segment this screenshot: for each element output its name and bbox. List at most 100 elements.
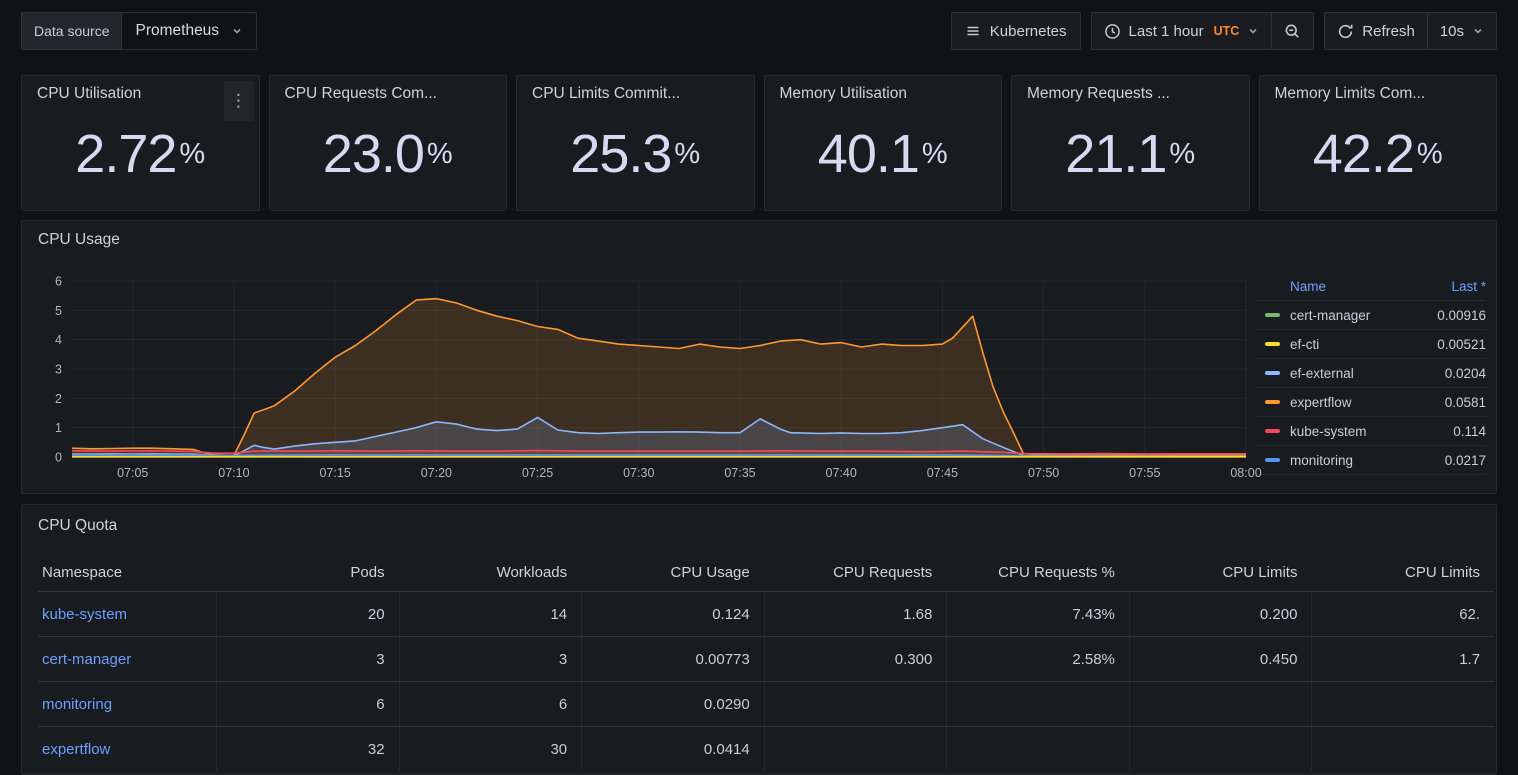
quota-value-cell: 30 bbox=[399, 727, 582, 771]
stat-panel-header: CPU Requests Com... bbox=[285, 85, 492, 103]
refresh-interval-label: 10s bbox=[1440, 23, 1464, 40]
quota-value-cell bbox=[764, 682, 947, 726]
stat-panel-cpu-limits-commit: CPU Limits Commit...25.3% bbox=[516, 75, 755, 211]
stat-panel-header: Memory Requests ... bbox=[1027, 85, 1234, 103]
legend-series-last: 0.00916 bbox=[1437, 308, 1486, 323]
quota-value-cell: 3 bbox=[216, 637, 399, 681]
y-tick-label: 1 bbox=[55, 421, 62, 435]
quota-value-cell: 7.43% bbox=[946, 592, 1129, 636]
stat-unit: % bbox=[1169, 138, 1195, 171]
stat-panel-title[interactable]: CPU Limits Commit... bbox=[532, 85, 680, 103]
quota-col-header[interactable]: CPU Limits bbox=[1129, 553, 1312, 591]
cpu-usage-panel: CPU Usage 012345607:0507:1007:1507:2007:… bbox=[21, 220, 1497, 494]
cpu-usage-legend: Name Last * cert-manager0.00916ef-cti0.0… bbox=[1256, 273, 1486, 475]
quota-value-cell: 0.00773 bbox=[581, 637, 764, 681]
stat-panel-title[interactable]: CPU Requests Com... bbox=[285, 85, 437, 103]
quota-col-header[interactable]: CPU Limits bbox=[1311, 553, 1494, 591]
namespace-link[interactable]: monitoring bbox=[42, 696, 112, 713]
y-tick-label: 5 bbox=[55, 304, 62, 318]
quota-row-monitoring: monitoring660.0290 bbox=[38, 681, 1494, 726]
time-range-button[interactable]: Last 1 hour UTC bbox=[1092, 13, 1272, 49]
quota-row-expertflow: expertflow32300.0414 bbox=[38, 726, 1494, 771]
stat-panel-title[interactable]: CPU Utilisation bbox=[37, 85, 141, 103]
kubernetes-button[interactable]: Kubernetes bbox=[951, 12, 1081, 50]
toolbar-right: Kubernetes Last 1 hour UTC bbox=[951, 12, 1497, 50]
stat-value: 23.0 bbox=[323, 127, 424, 181]
zoom-out-icon bbox=[1284, 23, 1301, 40]
legend-swatch bbox=[1265, 371, 1280, 375]
quota-col-header[interactable]: Namespace bbox=[38, 553, 216, 591]
y-tick-label: 3 bbox=[55, 363, 62, 377]
cpu-quota-panel-title[interactable]: CPU Quota bbox=[38, 517, 117, 535]
stat-unit: % bbox=[674, 138, 700, 171]
stat-panel-header: Memory Utilisation bbox=[780, 85, 987, 103]
refresh-button[interactable]: Refresh bbox=[1325, 13, 1427, 49]
cpu-usage-panel-title[interactable]: CPU Usage bbox=[38, 231, 120, 249]
legend-series-name[interactable]: monitoring bbox=[1290, 453, 1445, 468]
quota-value-cell: 6 bbox=[216, 682, 399, 726]
quota-col-header[interactable]: Workloads bbox=[399, 553, 582, 591]
panel-menu-icon[interactable]: ⋮ bbox=[224, 81, 254, 121]
legend-series-name[interactable]: ef-external bbox=[1290, 366, 1445, 381]
legend-row-monitoring[interactable]: monitoring0.0217 bbox=[1256, 446, 1486, 475]
legend-row-kube-system[interactable]: kube-system0.114 bbox=[1256, 417, 1486, 446]
kubernetes-button-label: Kubernetes bbox=[990, 23, 1067, 40]
y-tick-label: 0 bbox=[55, 451, 62, 465]
quota-value-cell bbox=[764, 727, 947, 771]
legend-series-last: 0.00521 bbox=[1437, 337, 1486, 352]
legend-row-ef-external[interactable]: ef-external0.0204 bbox=[1256, 359, 1486, 388]
legend-swatch bbox=[1265, 342, 1280, 346]
quota-value-cell: 6 bbox=[399, 682, 582, 726]
stat-panels-row: CPU Utilisation⋮2.72%CPU Requests Com...… bbox=[21, 75, 1497, 211]
quota-col-header[interactable]: CPU Usage bbox=[581, 553, 764, 591]
legend-series-name[interactable]: kube-system bbox=[1290, 424, 1453, 439]
datasource-picker[interactable]: Data source Prometheus bbox=[21, 12, 257, 50]
legend-series-name[interactable]: ef-cti bbox=[1290, 337, 1437, 352]
stat-panel-title[interactable]: Memory Limits Com... bbox=[1275, 85, 1426, 103]
stat-value: 2.72 bbox=[75, 127, 176, 181]
stat-value: 40.1 bbox=[818, 127, 919, 181]
legend-series-name[interactable]: expertflow bbox=[1290, 395, 1445, 410]
quota-value-cell: 0.450 bbox=[1129, 637, 1312, 681]
stat-panel-title[interactable]: Memory Requests ... bbox=[1027, 85, 1170, 103]
quota-col-header[interactable]: CPU Requests % bbox=[946, 553, 1129, 591]
stat-panel-memory-utilisation: Memory Utilisation40.1% bbox=[764, 75, 1003, 211]
time-picker-group: Last 1 hour UTC bbox=[1091, 12, 1315, 50]
datasource-value[interactable]: Prometheus bbox=[122, 13, 256, 49]
legend-series-name[interactable]: cert-manager bbox=[1290, 308, 1437, 323]
quota-value-cell: 20 bbox=[216, 592, 399, 636]
namespace-link[interactable]: expertflow bbox=[42, 741, 110, 758]
time-range-label: Last 1 hour bbox=[1129, 23, 1204, 40]
refresh-interval-button[interactable]: 10s bbox=[1427, 13, 1496, 49]
stat-unit: % bbox=[1417, 138, 1443, 171]
y-tick-label: 4 bbox=[55, 333, 62, 347]
quota-row-cert-manager: cert-manager330.007730.3002.58%0.4501.7 bbox=[38, 636, 1494, 681]
zoom-out-button[interactable] bbox=[1271, 13, 1313, 49]
namespace-link[interactable]: kube-system bbox=[42, 606, 127, 623]
quota-namespace-cell: cert-manager bbox=[38, 637, 216, 681]
quota-namespace-cell: kube-system bbox=[38, 592, 216, 636]
quota-col-header[interactable]: Pods bbox=[216, 553, 399, 591]
quota-value-cell: 2.58% bbox=[946, 637, 1129, 681]
namespace-link[interactable]: cert-manager bbox=[42, 651, 131, 668]
quota-value-cell: 1.68 bbox=[764, 592, 947, 636]
stat-value-wrap: 2.72% bbox=[37, 103, 244, 201]
stat-value: 42.2 bbox=[1313, 127, 1414, 181]
legend-row-expertflow[interactable]: expertflow0.0581 bbox=[1256, 388, 1486, 417]
stat-panel-memory-requests: Memory Requests ...21.1% bbox=[1011, 75, 1250, 211]
cpu-usage-plot[interactable]: 012345607:0507:1007:1507:2007:2507:3007:… bbox=[32, 267, 1262, 489]
legend-row-cert-manager[interactable]: cert-manager0.00916 bbox=[1256, 301, 1486, 330]
stat-panel-title[interactable]: Memory Utilisation bbox=[780, 85, 907, 103]
x-tick-label: 07:40 bbox=[826, 466, 857, 480]
quota-table-header: NamespacePodsWorkloadsCPU UsageCPU Reque… bbox=[38, 553, 1494, 591]
legend-sort-last[interactable]: Last * bbox=[1451, 279, 1486, 294]
x-tick-label: 07:20 bbox=[421, 466, 452, 480]
legend-row-ef-cti[interactable]: ef-cti0.00521 bbox=[1256, 330, 1486, 359]
quota-col-header[interactable]: CPU Requests bbox=[764, 553, 947, 591]
quota-value-cell: 0.124 bbox=[581, 592, 764, 636]
stat-panel-cpu-utilisation: CPU Utilisation ⋮2.72% bbox=[21, 75, 260, 211]
legend-header: Name Last * bbox=[1256, 273, 1486, 301]
quota-value-cell bbox=[1311, 727, 1494, 771]
legend-sort-name[interactable]: Name bbox=[1290, 279, 1451, 294]
stat-panel-memory-limits-com: Memory Limits Com... 42.2% bbox=[1259, 75, 1498, 211]
